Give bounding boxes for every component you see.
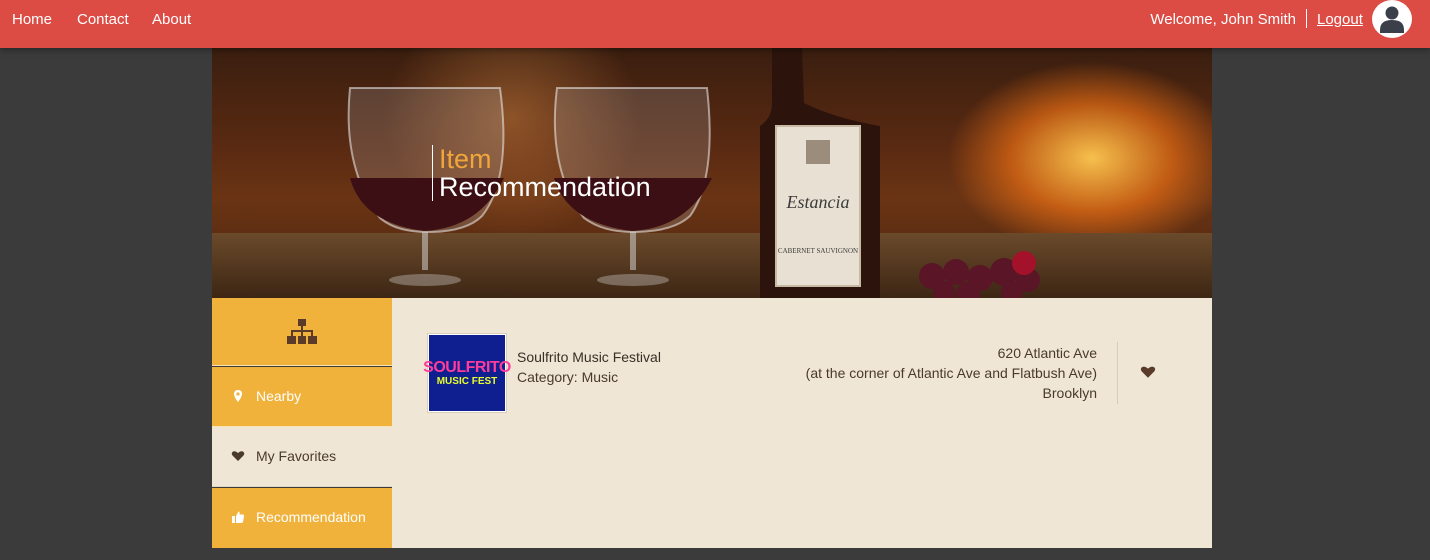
item-category: Category: Music — [517, 369, 619, 385]
top-navbar: Home Contact About Welcome, John Smith L… — [0, 0, 1430, 48]
address-line: (at the corner of Atlantic Ave and Flatb… — [805, 365, 1097, 381]
sidebar-item-label: My Favorites — [256, 448, 337, 464]
map-marker-icon — [234, 390, 242, 402]
nav-about-link[interactable]: About — [152, 11, 191, 28]
hero-title: Item Recommendation — [432, 145, 651, 201]
nav-contact-link[interactable]: Contact — [77, 11, 129, 28]
sidebar-header — [212, 298, 392, 366]
svg-text:CABERNET SAUVIGNON: CABERNET SAUVIGNON — [778, 247, 858, 255]
item-logo: SOULFRITO MUSIC FEST — [423, 335, 511, 411]
nav-divider — [1306, 9, 1307, 28]
favorite-heart-icon[interactable] — [1140, 364, 1156, 380]
item-divider — [1117, 342, 1118, 404]
item-logo-text-1: SOULFRITO — [423, 358, 511, 376]
sitemap-icon — [287, 319, 317, 344]
sidebar-item-nearby[interactable]: Nearby — [212, 367, 392, 427]
item-address: 620 Atlantic Ave (at the corner of Atlan… — [806, 343, 1097, 403]
item-name[interactable]: Soulfrito Music Festival — [517, 349, 661, 365]
content-panel: SOULFRITO MUSIC FEST Soulfrito Music Fes… — [392, 298, 1212, 548]
hero-wine-illustration: Estancia CABERNET SAUVIGNON — [347, 48, 1040, 298]
svg-text:Estancia: Estancia — [786, 192, 850, 212]
list-item: SOULFRITO MUSIC FEST Soulfrito Music Fes… — [423, 333, 1187, 413]
item-logo-text-2: MUSIC FEST — [436, 375, 498, 387]
address-line: Brooklyn — [1042, 385, 1097, 401]
thumbs-up-icon — [232, 511, 245, 523]
sidebar: Nearby My Favorites Recommendation — [212, 298, 392, 548]
hero-banner: Estancia CABERNET SAUVIGNON Item Recomme… — [212, 48, 1212, 298]
welcome-message: Welcome, John Smith — [1150, 11, 1296, 28]
sidebar-item-recommendation[interactable]: Recommendation — [212, 488, 392, 548]
nav-home-link[interactable]: Home — [12, 11, 52, 28]
sidebar-item-favorites[interactable]: My Favorites — [212, 427, 392, 487]
hero-title-line2: Recommendation — [439, 172, 651, 202]
hero-title-line1: Item — [439, 144, 492, 174]
user-avatar-icon[interactable] — [1372, 0, 1412, 38]
item-thumbnail[interactable]: SOULFRITO MUSIC FEST — [423, 333, 511, 413]
main-container: Estancia CABERNET SAUVIGNON Item Recomme… — [212, 48, 1212, 548]
sidebar-item-label: Nearby — [256, 388, 302, 404]
heart-icon — [231, 451, 245, 461]
logout-link[interactable]: Logout — [1317, 11, 1363, 28]
address-line: 620 Atlantic Ave — [997, 345, 1097, 361]
sidebar-item-label: Recommendation — [256, 509, 366, 525]
